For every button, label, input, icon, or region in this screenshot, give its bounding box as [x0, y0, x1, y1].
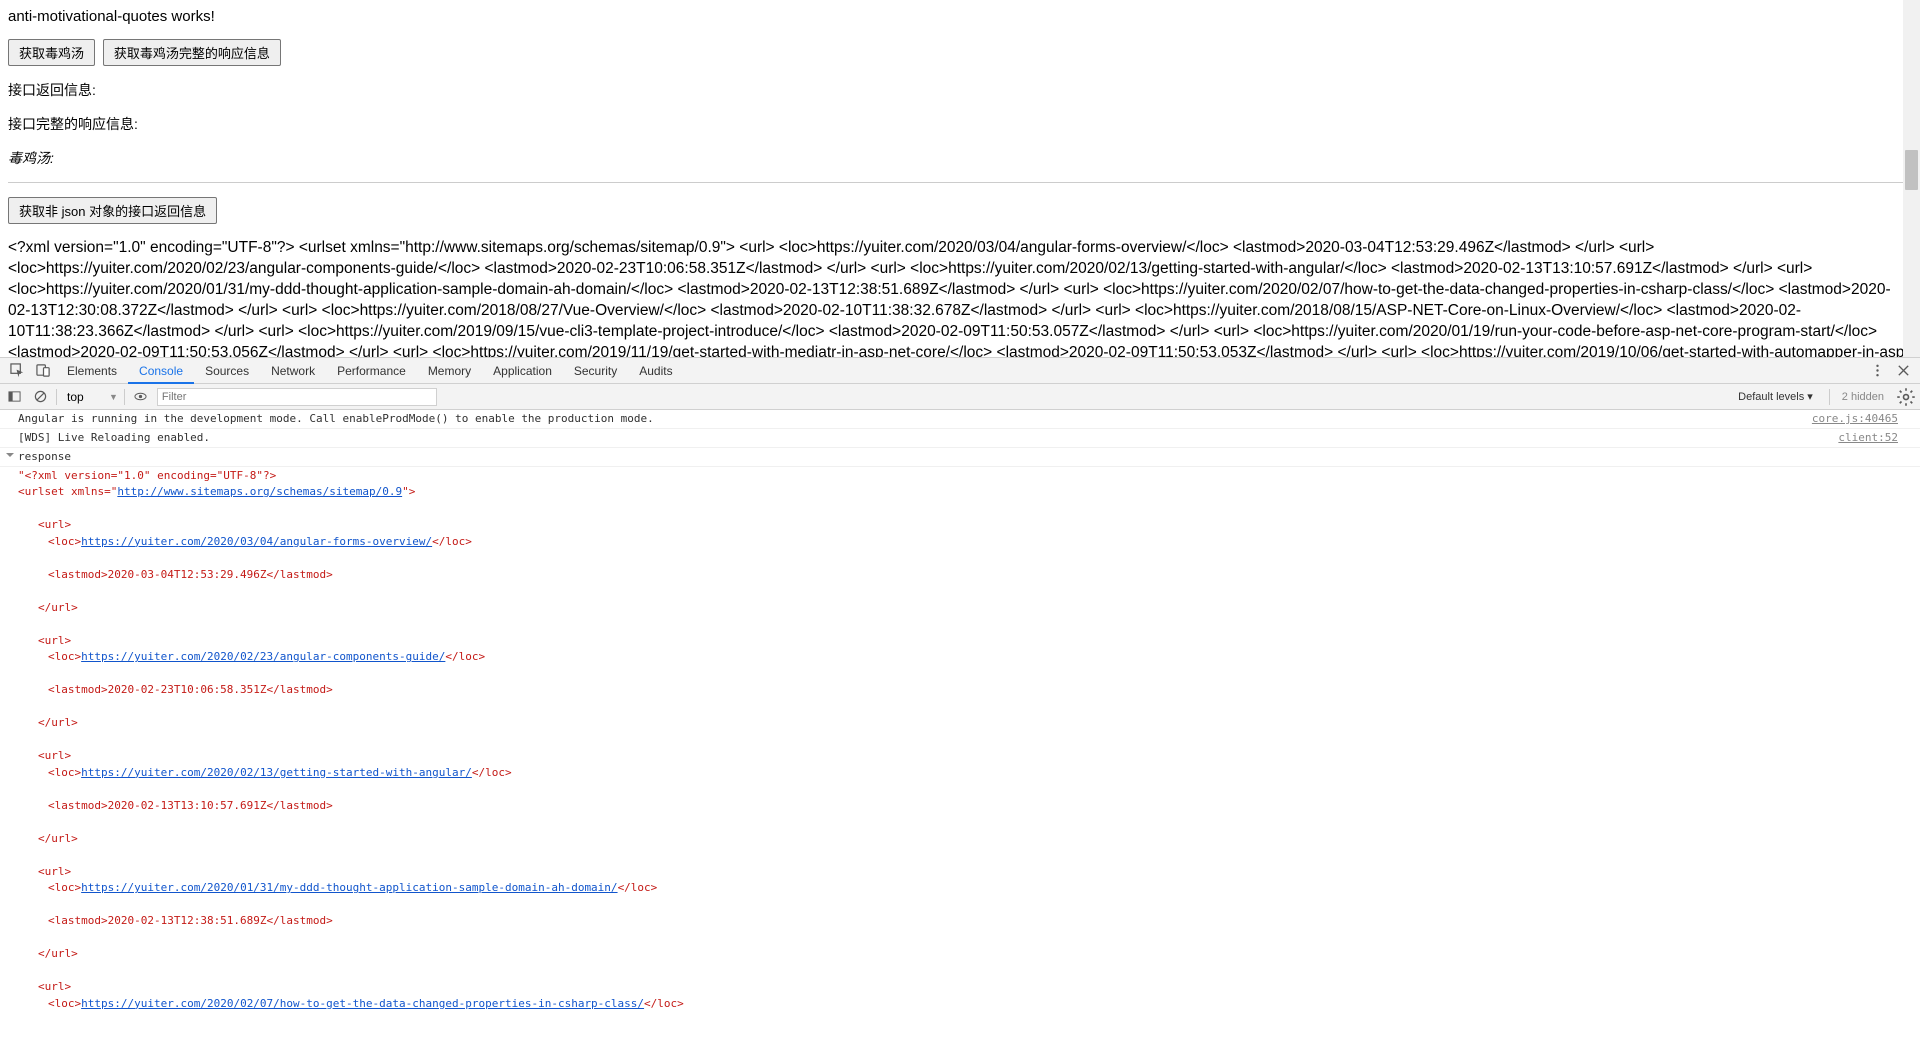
devtools-tabs: Elements Console Sources Network Perform…: [0, 358, 1920, 384]
console-body[interactable]: Angular is running in the development mo…: [0, 410, 1920, 1057]
devtools-panel: Elements Console Sources Network Perform…: [0, 357, 1920, 1057]
source-link[interactable]: client:52: [1838, 430, 1898, 446]
console-message: [WDS] Live Reloading enabled. client:52: [0, 429, 1920, 448]
response-label: 接口返回信息:: [8, 80, 1912, 100]
console-message: Angular is running in the development mo…: [0, 410, 1920, 429]
tab-audits[interactable]: Audits: [628, 358, 683, 384]
console-toolbar: top ▼ Default levels ▾ 2 hidden: [0, 384, 1920, 410]
log-levels-dropdown[interactable]: Default levels ▾: [1728, 390, 1823, 403]
scrollbar-thumb[interactable]: [1905, 150, 1918, 190]
console-xml-tree: "<?xml version="1.0" encoding="UTF-8"?><…: [0, 467, 1920, 1025]
eye-icon[interactable]: [131, 387, 151, 407]
full-response-label: 接口完整的响应信息:: [8, 114, 1912, 134]
context-selector[interactable]: top: [63, 389, 103, 405]
filter-input[interactable]: [157, 388, 437, 406]
page-scrollbar[interactable]: [1903, 0, 1920, 357]
hidden-count: 2 hidden: [1836, 391, 1890, 403]
source-link[interactable]: core.js:40465: [1812, 411, 1898, 427]
get-nonjson-button[interactable]: 获取非 json 对象的接口返回信息: [8, 197, 217, 224]
console-expanded-object[interactable]: response: [0, 448, 1920, 467]
button-row-2: 获取非 json 对象的接口返回信息: [8, 197, 1912, 224]
app-page: anti-motivational-quotes works! 获取毒鸡汤 获取…: [0, 0, 1920, 357]
tab-network[interactable]: Network: [260, 358, 326, 384]
divider: [8, 182, 1912, 183]
tab-security[interactable]: Security: [563, 358, 628, 384]
clear-console-icon[interactable]: [30, 387, 50, 407]
tab-elements[interactable]: Elements: [56, 358, 128, 384]
kebab-icon[interactable]: [1864, 358, 1890, 384]
get-quote-full-button[interactable]: 获取毒鸡汤完整的响应信息: [103, 39, 281, 66]
tab-performance[interactable]: Performance: [326, 358, 417, 384]
page-title: anti-motivational-quotes works!: [8, 8, 1912, 25]
get-quote-button[interactable]: 获取毒鸡汤: [8, 39, 95, 66]
tab-memory[interactable]: Memory: [417, 358, 482, 384]
quote-label: 毒鸡汤:: [8, 148, 1912, 168]
gear-icon[interactable]: [1896, 387, 1916, 407]
inspect-icon[interactable]: [4, 358, 30, 384]
sidebar-toggle-icon[interactable]: [4, 387, 24, 407]
tab-console[interactable]: Console: [128, 358, 194, 384]
tab-application[interactable]: Application: [482, 358, 563, 384]
close-icon[interactable]: [1890, 358, 1916, 384]
device-icon[interactable]: [30, 358, 56, 384]
tab-sources[interactable]: Sources: [194, 358, 260, 384]
button-row: 获取毒鸡汤 获取毒鸡汤完整的响应信息: [8, 39, 1912, 66]
xml-body-text: <?xml version="1.0" encoding="UTF-8"?> <…: [8, 238, 1912, 357]
